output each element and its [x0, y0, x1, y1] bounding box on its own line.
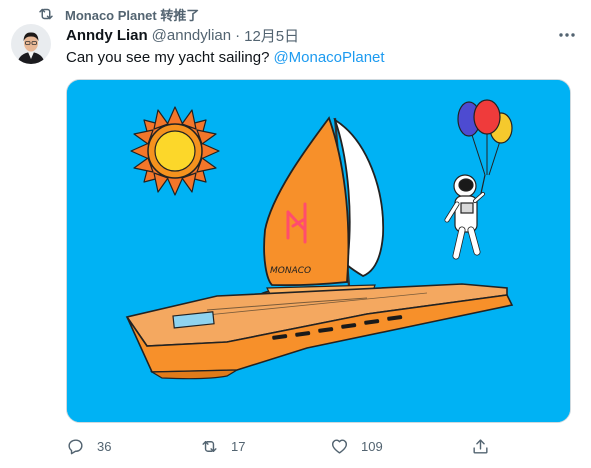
- tweet-media-image[interactable]: MONACO: [66, 79, 571, 423]
- avatar[interactable]: [11, 24, 51, 64]
- yacht-illustration: MONACO: [67, 80, 570, 422]
- more-icon[interactable]: [557, 25, 577, 45]
- share-button[interactable]: [471, 434, 490, 458]
- author-handle[interactable]: @anndylian: [152, 27, 231, 44]
- like-button[interactable]: 109: [330, 434, 383, 458]
- tweet-text: Can you see my yacht sailing? @MonacoPlan…: [66, 48, 385, 68]
- sun-icon: [130, 106, 220, 196]
- tweet-body: Can you see my yacht sailing?: [66, 49, 270, 66]
- retweet-context-text[interactable]: Monaco Planet 转推了: [65, 5, 199, 24]
- sail-lettering: MONACO: [270, 266, 311, 276]
- reply-count: 36: [97, 438, 112, 454]
- tweet-actions: 36 17 109: [66, 434, 506, 458]
- retweet-button[interactable]: 17: [200, 434, 245, 458]
- tweet-header: Anndy Lian @anndylian · 12月5日: [66, 25, 299, 45]
- tweet-date[interactable]: 12月5日: [244, 25, 299, 46]
- retweet-context[interactable]: Monaco Planet 转推了: [37, 4, 199, 24]
- reply-button[interactable]: 36: [66, 434, 111, 458]
- heart-icon: [331, 438, 348, 454]
- retweet-icon: [202, 440, 217, 452]
- reply-icon: [68, 438, 83, 454]
- mention-link[interactable]: @MonacoPlanet: [273, 49, 384, 66]
- like-count: 109: [361, 438, 383, 454]
- share-icon: [473, 438, 488, 454]
- retweet-count: 17: [231, 438, 246, 454]
- retweet-icon: [39, 8, 53, 20]
- avatar-image: [11, 24, 51, 64]
- separator-dot: ·: [235, 26, 241, 44]
- author-name[interactable]: Anndy Lian: [66, 27, 148, 44]
